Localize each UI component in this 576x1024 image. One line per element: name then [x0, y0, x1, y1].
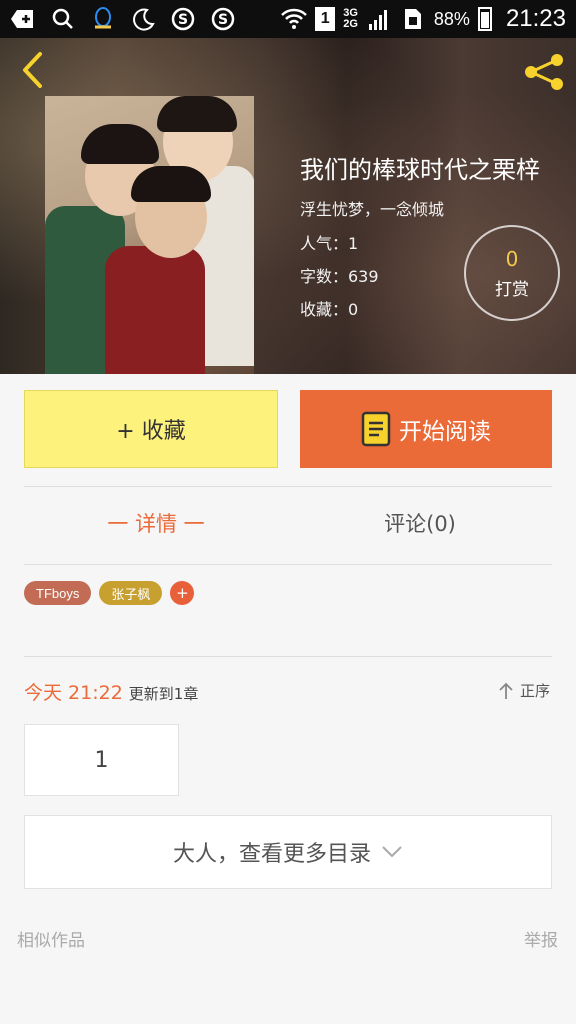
- more-catalog-label: 大人，查看更多目录: [172, 842, 371, 867]
- moon-icon: [130, 6, 156, 32]
- s-app-icon: S: [210, 6, 236, 32]
- book-favorite-count: 收藏：0: [300, 300, 359, 319]
- wifi-icon: [281, 6, 308, 32]
- chevron-down-icon: [382, 846, 402, 858]
- clock: 21:23: [505, 5, 566, 32]
- divider: [24, 486, 552, 487]
- tip-count: 0: [505, 246, 519, 271]
- book-title: 我们的棒球时代之栗梓: [300, 156, 540, 184]
- tab-detail[interactable]: 一 详情 一: [24, 508, 288, 538]
- signal-icon: [366, 6, 392, 32]
- search-icon: [50, 6, 76, 32]
- more-catalog-button[interactable]: 大人，查看更多目录: [24, 815, 552, 889]
- svg-text:S: S: [178, 12, 188, 28]
- start-reading-label: 开始阅读: [399, 419, 491, 445]
- share-button[interactable]: [522, 50, 566, 94]
- tag-list: TFboys 张子枫 +: [24, 581, 195, 605]
- svg-text:S: S: [218, 12, 228, 28]
- battery-percent: 88%: [433, 8, 470, 29]
- book-author: 浮生忧梦，一念倾城: [300, 200, 445, 219]
- s-app-icon: S: [170, 6, 196, 32]
- add-to-favorites-button[interactable]: + 收藏: [24, 390, 278, 468]
- similar-works-label: 相似作品: [17, 931, 85, 951]
- add-tag-button[interactable]: +: [170, 581, 195, 605]
- share-icon: [525, 54, 563, 90]
- tag-item[interactable]: TFboys: [24, 581, 92, 605]
- book-cover[interactable]: [45, 96, 254, 374]
- tab-comments[interactable]: 评论(0): [288, 508, 552, 538]
- book-header: 我们的棒球时代之栗梓 浮生忧梦，一念倾城 人气：1 字数：639 收藏：0 0 …: [0, 38, 576, 374]
- sort-label: 正序: [519, 682, 550, 700]
- divider: [24, 564, 552, 565]
- sim-card-icon: [400, 6, 426, 32]
- tip-button[interactable]: 0 打赏: [464, 225, 560, 321]
- book-word-count: 字数：639: [300, 267, 379, 286]
- update-chapters: 更新到1章: [128, 685, 199, 703]
- tip-label: 打赏: [495, 279, 529, 300]
- back-button[interactable]: [14, 50, 50, 90]
- arrow-up-icon: [499, 682, 513, 699]
- book-popularity: 人气：1: [300, 234, 359, 253]
- chevron-left-icon: [23, 52, 42, 88]
- start-reading-button[interactable]: 开始阅读: [300, 390, 552, 468]
- book-icon: [361, 411, 391, 447]
- sim-indicator: 1: [315, 7, 336, 31]
- report-link[interactable]: 举报: [524, 926, 558, 951]
- qq-icon: [90, 6, 116, 32]
- update-info: 今天 21:22 更新到1章: [24, 678, 198, 705]
- sort-toggle[interactable]: 正序: [498, 680, 550, 701]
- divider: [24, 656, 552, 657]
- status-bar: S S 1 3G 2G 88% 21:23: [0, 0, 576, 38]
- battery-icon: [477, 7, 492, 31]
- add-notification-icon: [10, 6, 36, 32]
- network-type: 3G 2G: [343, 7, 358, 30]
- chapter-item[interactable]: 1: [24, 724, 179, 796]
- update-time: 今天 21:22: [24, 682, 123, 704]
- tag-item[interactable]: 张子枫: [99, 581, 163, 605]
